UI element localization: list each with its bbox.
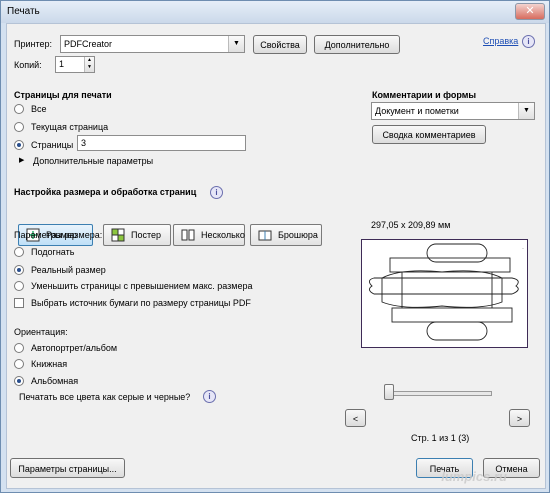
preview-dimensions: 297,05 x 209,89 мм [371,220,451,230]
page-status: Стр. 1 из 1 (3) [411,433,470,443]
window-title: Печать [7,6,40,17]
orientation-radio-auto[interactable] [14,343,24,353]
orientation-option-portrait: Книжная [31,359,68,369]
printer-value: PDFCreator [64,39,113,49]
print-dialog: Печать ✕ Принтер: PDFCreator ▼ Свойства … [0,0,550,493]
copies-stepper[interactable]: 1 ▲ ▼ [55,56,95,73]
copies-value: 1 [59,59,65,69]
poster-icon [111,228,125,242]
advanced-button[interactable]: Дополнительно [314,35,400,54]
preview-drawing: · [369,243,524,341]
print-preview: · [361,239,528,348]
page-slider-track[interactable] [384,391,492,396]
grayscale-label: Печатать все цвета как серые и черные? [19,392,191,402]
next-page-button[interactable]: > [509,409,530,427]
pages-range-input[interactable]: 3 [77,135,246,151]
tab-poster-label: Постер [131,230,162,240]
expand-arrow-icon[interactable]: ▶ [19,156,24,164]
pages-option-current: Текущая страница [31,122,109,132]
pages-radio-all[interactable] [14,104,24,114]
tab-booklet[interactable]: Брошюра [250,224,322,246]
more-options-toggle[interactable]: Дополнительные параметры [33,156,153,166]
size-radio-shrink[interactable] [14,281,24,291]
grayscale-info-icon[interactable]: i [203,390,216,403]
prev-page-button[interactable]: < [345,409,366,427]
orientation-option-auto: Автопортрет/альбом [31,343,118,353]
size-option-fit: Подогнать [31,247,75,257]
properties-button[interactable]: Свойства [253,35,307,54]
sizing-info-icon[interactable]: i [210,186,223,199]
booklet-icon [258,230,272,241]
pages-range-value: 3 [81,138,87,148]
help-icon[interactable]: i [522,35,535,48]
paper-source-label: Выбрать источник бумаги по размеру стран… [31,298,251,308]
tab-booklet-label: Брошюра [278,230,318,240]
multiple-pages-icon [181,229,195,241]
size-radio-actual[interactable] [14,265,24,275]
orientation-option-landscape: Альбомная [31,376,79,386]
tab-multiple-label: Несколько [201,230,245,240]
tab-poster[interactable]: Постер [103,224,171,246]
comments-summary-button[interactable]: Сводка комментариев [372,125,486,144]
printer-label: Принтер: [14,39,53,49]
orientation-radio-landscape[interactable] [14,376,24,386]
title-bar: Печать ✕ [1,1,549,23]
size-radio-fit[interactable] [14,247,24,257]
chevron-down-icon: ▼ [228,36,244,52]
comments-value: Документ и пометки [375,106,459,116]
pages-option-all: Все [31,104,47,114]
watermark: lumpics.ru [441,469,507,484]
pages-radio-range[interactable] [14,140,24,150]
pages-heading: Страницы для печати [14,90,112,100]
orientation-label: Ориентация: [14,327,68,337]
sizing-heading: Настройка размера и обработка страниц [14,187,197,197]
size-option-actual: Реальный размер [31,265,106,275]
paper-source-checkbox[interactable] [14,298,24,308]
pages-radio-current[interactable] [14,122,24,132]
copies-label: Копий: [14,60,42,70]
printer-select[interactable]: PDFCreator ▼ [60,35,245,53]
tab-multiple[interactable]: Несколько [173,224,245,246]
svg-text:·: · [522,246,524,252]
size-options-label: Параметры размера: [14,230,103,240]
close-button[interactable]: ✕ [515,3,545,20]
pages-option-range: Страницы [31,140,74,150]
size-option-shrink: Уменьшить страницы с превышением макс. р… [31,281,253,291]
page-slider-thumb[interactable] [384,384,394,400]
orientation-radio-portrait[interactable] [14,359,24,369]
help-link[interactable]: Справка [483,36,518,46]
page-setup-button[interactable]: Параметры страницы... [10,458,125,478]
spinner-arrows-icon[interactable]: ▲ ▼ [84,57,94,72]
comments-select[interactable]: Документ и пометки ▼ [371,102,535,120]
comments-heading: Комментарии и формы [372,90,477,100]
chevron-down-icon: ▼ [518,103,534,119]
